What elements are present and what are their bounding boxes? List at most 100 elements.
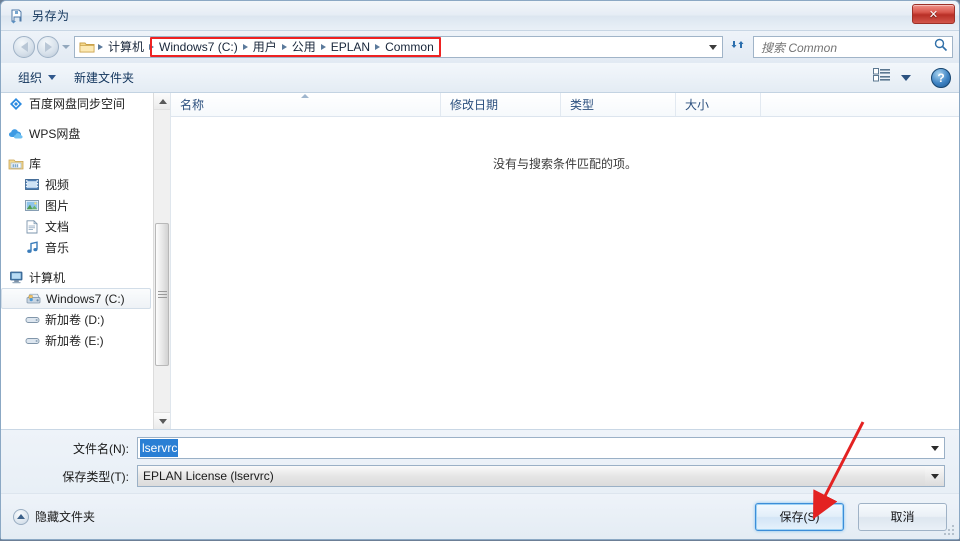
list-view-icon xyxy=(873,68,891,87)
chevron-down-icon xyxy=(930,473,939,479)
close-button[interactable]: ✕ xyxy=(912,4,955,24)
title-bar: 另存为 ✕ xyxy=(1,1,959,31)
file-list-area[interactable]: 没有与搜索条件匹配的项。 xyxy=(171,117,959,429)
breadcrumb-separator xyxy=(281,44,287,50)
sidebar-item-libraries[interactable]: 库 xyxy=(1,153,153,174)
save-label: 保存(S) xyxy=(779,510,820,524)
sidebar-item-pictures[interactable]: 图片 xyxy=(1,195,153,216)
sidebar-item-windows7-c[interactable]: Windows7 (C:) xyxy=(1,288,151,309)
computer-icon xyxy=(7,271,25,284)
breadcrumb-item-3[interactable]: 公用 xyxy=(288,37,320,57)
hide-folders-button[interactable]: 隐藏文件夹 xyxy=(13,508,95,525)
filename-input[interactable]: lservrc xyxy=(137,437,925,459)
sort-ascending-icon xyxy=(301,94,309,98)
column-label: 类型 xyxy=(570,98,595,112)
back-button[interactable] xyxy=(13,36,35,58)
search-placeholder: 搜索 Common xyxy=(761,40,838,55)
save-as-dialog: 另存为 ✕ 计算机 Windows7 (C:) 用户 公用 EPLAN Comm… xyxy=(0,0,960,540)
navigation-bar: 计算机 Windows7 (C:) 用户 公用 EPLAN Common 搜索 … xyxy=(1,31,959,63)
sidebar-item-label: 计算机 xyxy=(29,271,66,285)
column-header-type[interactable]: 类型 xyxy=(561,93,676,116)
chevron-down-icon xyxy=(708,44,717,50)
breadcrumb-separator xyxy=(320,44,326,50)
hide-folders-label: 隐藏文件夹 xyxy=(35,510,96,524)
sidebar-item-label: 库 xyxy=(29,157,42,171)
search-input[interactable]: 搜索 Common xyxy=(753,36,953,58)
column-header-name[interactable]: 名称 xyxy=(171,93,441,116)
breadcrumb-item-2[interactable]: 用户 xyxy=(249,37,281,57)
filetype-dropdown-button[interactable] xyxy=(925,465,945,487)
music-icon xyxy=(23,241,41,254)
wps-cloud-icon xyxy=(7,127,25,140)
scrollbar-thumb[interactable] xyxy=(155,223,169,366)
refresh-button[interactable] xyxy=(725,36,749,58)
filename-control: lservrc xyxy=(137,437,945,459)
breadcrumb[interactable]: 计算机 Windows7 (C:) 用户 公用 EPLAN Common xyxy=(74,36,703,58)
new-folder-label: 新建文件夹 xyxy=(74,71,135,85)
drive-icon xyxy=(23,314,41,325)
column-header-size[interactable]: 大小 xyxy=(676,93,761,116)
library-icon xyxy=(7,157,25,171)
sidebar-item-volume-e[interactable]: 新加卷 (E:) xyxy=(1,330,153,351)
resize-grip-icon[interactable] xyxy=(944,525,956,537)
organize-button[interactable]: 组织 xyxy=(9,66,65,89)
sidebar-item-wps-cloud[interactable]: WPS网盘 xyxy=(1,123,153,144)
filename-value: lservrc xyxy=(140,439,179,457)
filename-row: 文件名(N): lservrc xyxy=(1,437,945,459)
filetype-label: 保存类型(T): xyxy=(62,469,129,484)
chevron-down-icon xyxy=(901,74,911,81)
sidebar-item-documents[interactable]: 文档 xyxy=(1,216,153,237)
toolbar: 组织 新建文件夹 ? xyxy=(1,63,959,93)
save-as-icon xyxy=(9,8,25,24)
breadcrumb-item-5[interactable]: Common xyxy=(381,37,438,57)
column-headers: 名称 修改日期 类型 大小 xyxy=(171,93,959,117)
baidu-netdisk-icon xyxy=(7,97,25,111)
column-header-date-modified[interactable]: 修改日期 xyxy=(441,93,561,116)
sidebar-item-volume-d[interactable]: 新加卷 (D:) xyxy=(1,309,153,330)
navigation-pane: 百度网盘同步空间 WPS网盘 库 视频 图片 文档 音乐 计算机 Windows… xyxy=(1,93,171,429)
column-label: 大小 xyxy=(685,98,710,112)
window-title: 另存为 xyxy=(32,9,70,23)
search-icon xyxy=(934,38,948,57)
sidebar-item-baidu-netdisk[interactable]: 百度网盘同步空间 xyxy=(1,93,153,114)
forward-button[interactable] xyxy=(37,36,59,58)
recent-locations-icon[interactable] xyxy=(62,45,70,49)
save-button[interactable]: 保存(S) xyxy=(755,502,844,531)
column-header-empty[interactable] xyxy=(761,93,959,116)
new-folder-button[interactable]: 新建文件夹 xyxy=(65,66,143,89)
column-label: 名称 xyxy=(180,98,205,112)
help-button[interactable]: ? xyxy=(931,67,951,88)
breadcrumb-separator xyxy=(149,44,155,50)
scroll-down-button[interactable] xyxy=(154,412,170,429)
breadcrumb-item-1[interactable]: Windows7 (C:) xyxy=(155,37,242,57)
refresh-icon xyxy=(730,37,745,57)
sidebar-item-label: 新加卷 (D:) xyxy=(45,313,105,327)
sidebar-item-label: WPS网盘 xyxy=(29,127,81,141)
sidebar-scrollbar[interactable] xyxy=(153,93,170,429)
filetype-select[interactable]: EPLAN License (lservrc) xyxy=(137,465,925,487)
breadcrumb-item-4[interactable]: EPLAN xyxy=(327,37,374,57)
sidebar-item-music[interactable]: 音乐 xyxy=(1,237,153,258)
document-icon xyxy=(23,219,41,234)
folder-icon xyxy=(79,40,95,54)
organize-label: 组织 xyxy=(18,71,43,85)
back-arrow-icon xyxy=(20,42,28,52)
change-view-button[interactable] xyxy=(869,66,915,89)
empty-list-message: 没有与搜索条件匹配的项。 xyxy=(492,157,637,171)
cancel-button[interactable]: 取消 xyxy=(858,502,947,531)
filename-dropdown-button[interactable] xyxy=(925,437,945,459)
chevron-down-icon xyxy=(158,418,167,424)
breadcrumb-item-0[interactable]: 计算机 xyxy=(104,37,148,57)
help-icon: ? xyxy=(937,70,945,85)
sidebar-item-computer[interactable]: 计算机 xyxy=(1,267,153,288)
scroll-up-button[interactable] xyxy=(154,93,170,110)
filetype-control: EPLAN License (lservrc) xyxy=(137,465,945,487)
filename-label: 文件名(N): xyxy=(73,441,129,456)
sidebar-item-videos[interactable]: 视频 xyxy=(1,174,153,195)
chevron-up-circle-icon xyxy=(13,508,29,525)
picture-icon xyxy=(23,199,41,212)
breadcrumb-dropdown-button[interactable] xyxy=(703,36,723,58)
column-label: 修改日期 xyxy=(450,98,499,112)
